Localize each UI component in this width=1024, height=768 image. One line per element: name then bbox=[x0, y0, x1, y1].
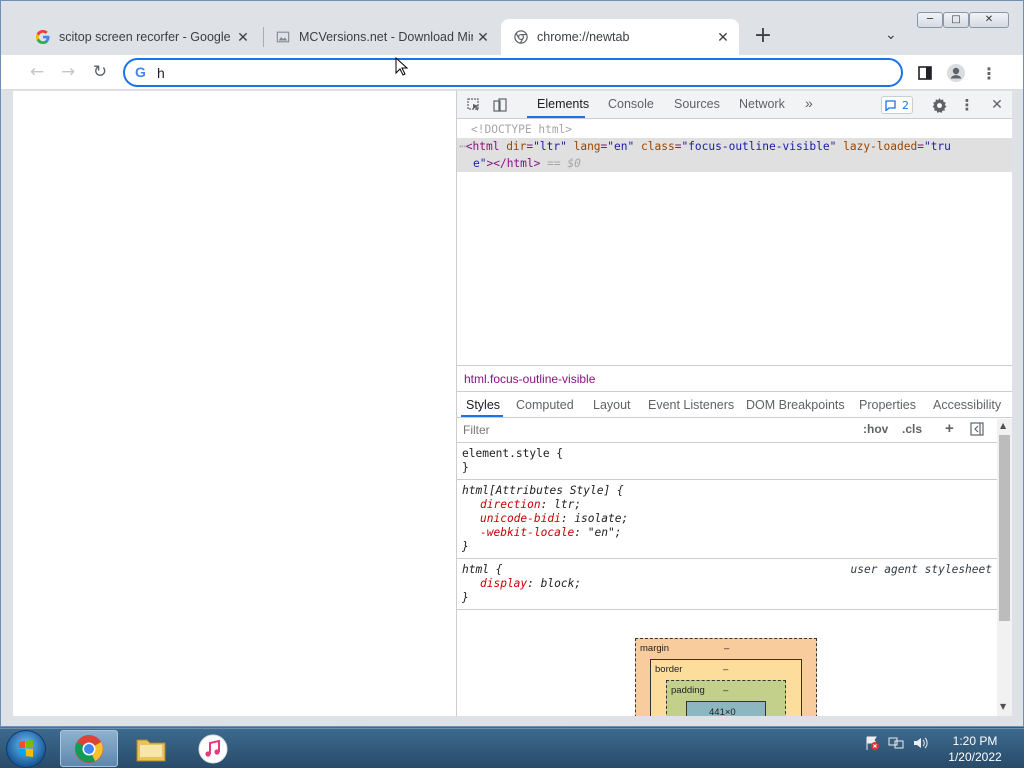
profile-avatar-icon[interactable] bbox=[946, 63, 966, 83]
toggle-sidebar-icon[interactable] bbox=[970, 422, 984, 439]
tab-sources[interactable]: Sources bbox=[674, 97, 720, 111]
tab-google-search[interactable]: scitop screen recorfer - Google S ✕ bbox=[23, 19, 259, 55]
subtab-layout[interactable]: Layout bbox=[593, 398, 631, 412]
taskbar: 1:20 PM 1/20/2022 bbox=[0, 728, 1024, 768]
box-content[interactable]: 441×0 bbox=[686, 701, 766, 716]
chrome-icon bbox=[513, 29, 529, 45]
tab-title: chrome://newtab bbox=[537, 30, 630, 44]
page-viewport[interactable] bbox=[13, 91, 456, 716]
node-ellipsis-icon[interactable]: ⋯ bbox=[459, 140, 466, 153]
issues-badge[interactable]: 2 bbox=[881, 96, 913, 114]
reload-button[interactable]: ↻ bbox=[89, 62, 111, 84]
styles-scrollbar[interactable]: ▲ ▼ bbox=[997, 419, 1012, 716]
styles-filter-bar: :hov .cls + bbox=[457, 419, 997, 443]
taskbar-itunes[interactable] bbox=[184, 730, 242, 767]
network-icon[interactable] bbox=[888, 735, 904, 755]
subtab-properties[interactable]: Properties bbox=[859, 398, 916, 412]
device-toolbar-icon[interactable] bbox=[491, 96, 509, 114]
google-g-icon: G bbox=[135, 64, 146, 80]
issues-count: 2 bbox=[902, 98, 909, 112]
volume-icon[interactable] bbox=[912, 735, 928, 755]
scroll-up-icon[interactable]: ▲ bbox=[1000, 421, 1006, 430]
rule-attributes-style[interactable]: html[Attributes Style] { direction: ltr;… bbox=[457, 480, 997, 559]
settings-gear-icon[interactable] bbox=[930, 96, 948, 114]
hover-state-button[interactable]: :hov bbox=[863, 422, 888, 436]
new-rule-button[interactable]: + bbox=[945, 420, 954, 437]
new-tab-button[interactable]: + bbox=[751, 23, 775, 48]
address-input[interactable] bbox=[157, 64, 857, 82]
subtab-dom-breakpoints[interactable]: DOM Breakpoints bbox=[746, 398, 845, 412]
styles-subtabs: Styles Computed Layout Event Listeners D… bbox=[457, 392, 1012, 418]
more-tabs-button[interactable]: » bbox=[805, 95, 813, 111]
taskbar-explorer[interactable] bbox=[122, 730, 180, 767]
selected-node-marker: == $0 bbox=[547, 157, 581, 170]
box-model-diagram[interactable]: margin – border – padding – 441×0 bbox=[635, 638, 817, 716]
dom-doctype[interactable]: <!DOCTYPE html> bbox=[457, 119, 1012, 138]
subtab-event-listeners[interactable]: Event Listeners bbox=[648, 398, 734, 412]
devtools-tabbar: Elements Console Sources Network » 2 ⋮ ✕ bbox=[457, 91, 1012, 119]
forward-button[interactable]: → bbox=[57, 62, 79, 84]
image-placeholder-icon bbox=[275, 29, 291, 45]
active-tab-indicator bbox=[527, 116, 585, 118]
subtab-computed[interactable]: Computed bbox=[516, 398, 574, 412]
dom-tree[interactable]: <!DOCTYPE html> ⋯<html dir="ltr" lang="e… bbox=[457, 119, 1012, 364]
devtools-panel: Elements Console Sources Network » 2 ⋮ ✕… bbox=[456, 91, 1012, 716]
subtab-accessibility[interactable]: Accessibility bbox=[933, 398, 1001, 412]
chrome-window: ─ □ ✕ scitop screen recorfer - Google S … bbox=[0, 0, 1024, 727]
omnibox[interactable]: G bbox=[123, 58, 903, 87]
class-toggle-button[interactable]: .cls bbox=[902, 422, 922, 436]
close-window-button[interactable]: ✕ bbox=[969, 12, 1009, 28]
subtab-styles[interactable]: Styles bbox=[466, 398, 500, 412]
google-g-icon bbox=[35, 29, 51, 45]
tab-close-icon[interactable]: ✕ bbox=[233, 29, 253, 46]
tab-console[interactable]: Console bbox=[608, 97, 654, 111]
breadcrumb[interactable]: html.focus-outline-visible bbox=[457, 365, 1012, 392]
dom-html-node[interactable]: ⋯<html dir="ltr" lang="en" class="focus-… bbox=[457, 138, 1012, 172]
tab-search-button[interactable]: ⌄ bbox=[885, 27, 897, 43]
windows-logo-icon bbox=[19, 740, 33, 757]
style-rules[interactable]: element.style { } html[Attributes Style]… bbox=[457, 443, 997, 610]
chrome-icon bbox=[75, 734, 103, 763]
breadcrumb-item[interactable]: html.focus-outline-visible bbox=[464, 372, 595, 386]
start-button[interactable] bbox=[6, 730, 46, 768]
back-button[interactable]: ← bbox=[26, 62, 48, 84]
taskbar-chrome[interactable] bbox=[60, 730, 118, 767]
styles-filter-input[interactable] bbox=[463, 423, 843, 437]
chrome-menu-button[interactable]: ⋮ bbox=[979, 63, 999, 83]
rule-html-ua[interactable]: html {user agent stylesheet display: blo… bbox=[457, 559, 997, 610]
mouse-pointer-icon bbox=[395, 57, 409, 76]
inspect-element-icon[interactable] bbox=[465, 96, 483, 114]
tab-title: scitop screen recorfer - Google S bbox=[59, 30, 233, 44]
close-devtools-icon[interactable]: ✕ bbox=[988, 96, 1006, 114]
active-subtab-indicator bbox=[461, 415, 503, 417]
folder-icon bbox=[136, 739, 166, 761]
minimize-button[interactable]: ─ bbox=[917, 12, 943, 28]
system-tray bbox=[864, 735, 928, 755]
scroll-down-icon[interactable]: ▼ bbox=[1000, 702, 1006, 711]
clock-time: 1:20 PM bbox=[952, 734, 998, 748]
side-panel-icon[interactable] bbox=[915, 63, 935, 83]
tab-elements[interactable]: Elements bbox=[537, 97, 589, 111]
system-clock[interactable]: 1:20 PM 1/20/2022 bbox=[940, 733, 1010, 765]
tab-mcversions[interactable]: MCVersions.net - Download Mine ✕ bbox=[263, 19, 499, 55]
tab-network[interactable]: Network bbox=[739, 97, 785, 111]
message-icon bbox=[885, 99, 896, 111]
clock-date: 1/20/2022 bbox=[948, 750, 1002, 764]
tab-close-icon[interactable]: ✕ bbox=[713, 29, 733, 46]
tab-close-icon[interactable]: ✕ bbox=[473, 29, 493, 46]
rule-element-style[interactable]: element.style { } bbox=[457, 443, 997, 480]
customize-menu-icon[interactable]: ⋮ bbox=[958, 96, 976, 114]
tab-title: MCVersions.net - Download Mine bbox=[299, 30, 473, 44]
action-center-flag-icon[interactable] bbox=[864, 735, 880, 755]
maximize-button[interactable]: □ bbox=[943, 12, 969, 28]
tab-newtab[interactable]: chrome://newtab ✕ bbox=[501, 19, 739, 55]
scrollbar-thumb[interactable] bbox=[999, 435, 1010, 621]
tab-strip: ─ □ ✕ scitop screen recorfer - Google S … bbox=[1, 1, 1023, 55]
rule-source: user agent stylesheet bbox=[850, 563, 992, 576]
music-note-icon bbox=[198, 734, 228, 763]
